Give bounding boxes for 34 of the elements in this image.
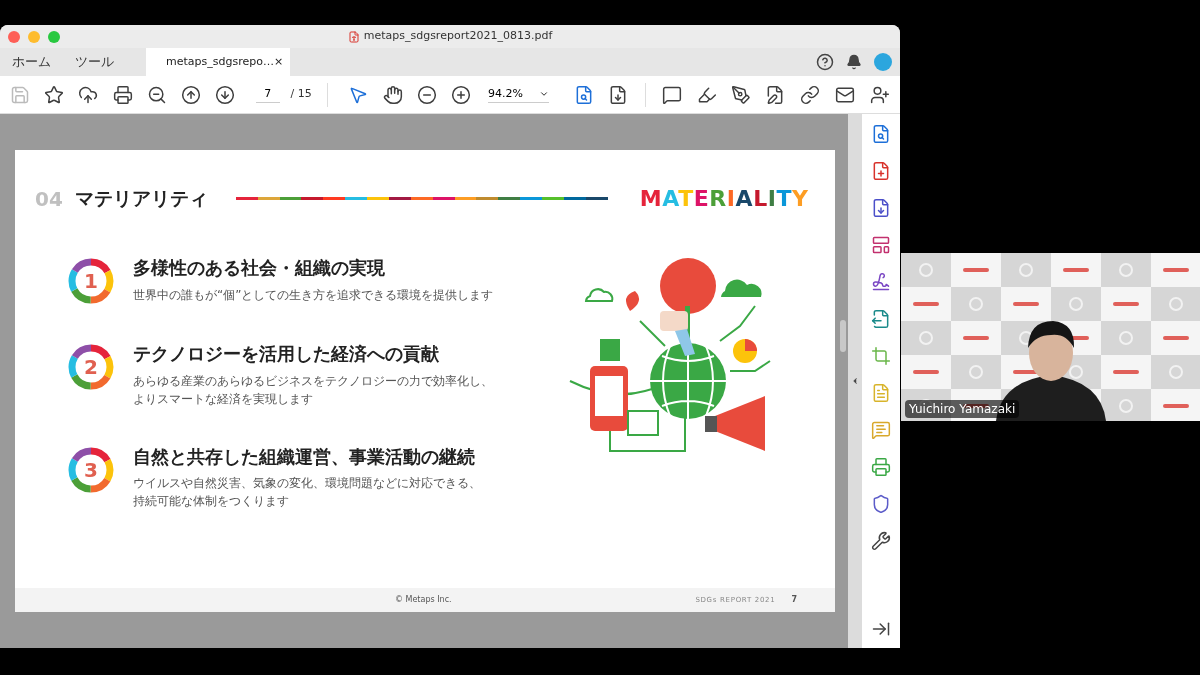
document-tab[interactable]: metaps_sdgsrepo…× bbox=[146, 48, 290, 76]
item-description: 世界中の誰もが“個”としての生き方を追求できる環境を提供します bbox=[133, 286, 494, 304]
item-description: ウイルスや自然災害、気象の変化、環境問題などに対応できる、 持続可能な体制をつくります bbox=[133, 475, 481, 510]
close-button[interactable] bbox=[8, 30, 20, 43]
participant-name: Yuichiro Yamazaki bbox=[905, 400, 1020, 418]
page-field[interactable]: 7 bbox=[256, 85, 280, 104]
ring-icon bbox=[67, 343, 115, 391]
window-title: metaps_sdgsreport2021_0813.pdf bbox=[363, 28, 553, 45]
ring-icon bbox=[67, 445, 115, 494]
materiality-logo: MATERIALITY bbox=[639, 185, 809, 213]
help-icon[interactable] bbox=[816, 53, 834, 71]
zoom-dropdown[interactable]: 94.2% bbox=[487, 85, 549, 104]
ring-icon bbox=[67, 257, 115, 305]
section-number: 04 bbox=[35, 185, 63, 213]
caret-icon[interactable] bbox=[538, 89, 549, 99]
item-number: 1 bbox=[84, 268, 98, 294]
item-title: 自然と共存した組織運営、事業活動の継続 bbox=[133, 445, 476, 468]
collapse-panel-icon[interactable] bbox=[850, 376, 860, 386]
pdf-icon bbox=[347, 30, 360, 43]
nav-tab[interactable]: ツール bbox=[63, 48, 126, 76]
copyright: © Metaps Inc. bbox=[395, 594, 452, 606]
scrollbar-thumb[interactable] bbox=[840, 320, 846, 352]
item-title: テクノロジーを活用した経済への貢献 bbox=[133, 343, 440, 366]
page-total: / 15 bbox=[290, 86, 312, 103]
bell-icon[interactable] bbox=[846, 54, 862, 70]
tab-close-button[interactable]: × bbox=[273, 53, 284, 71]
nav-tab[interactable]: ホーム bbox=[0, 48, 63, 76]
section-title: マテリアリティ bbox=[74, 186, 208, 212]
page-number: 7 bbox=[791, 594, 797, 606]
item-description: あらゆる産業のあらゆるビジネスをテクノロジーの力で効率化し、 よりスマートな経済を実現します bbox=[133, 372, 493, 408]
tab-label: metaps_sdgsrepo… bbox=[166, 53, 274, 70]
item-number: 2 bbox=[84, 354, 98, 380]
item-number: 3 bbox=[84, 456, 98, 483]
item-title: 多様性のある社会・組織の実現 bbox=[133, 257, 386, 280]
